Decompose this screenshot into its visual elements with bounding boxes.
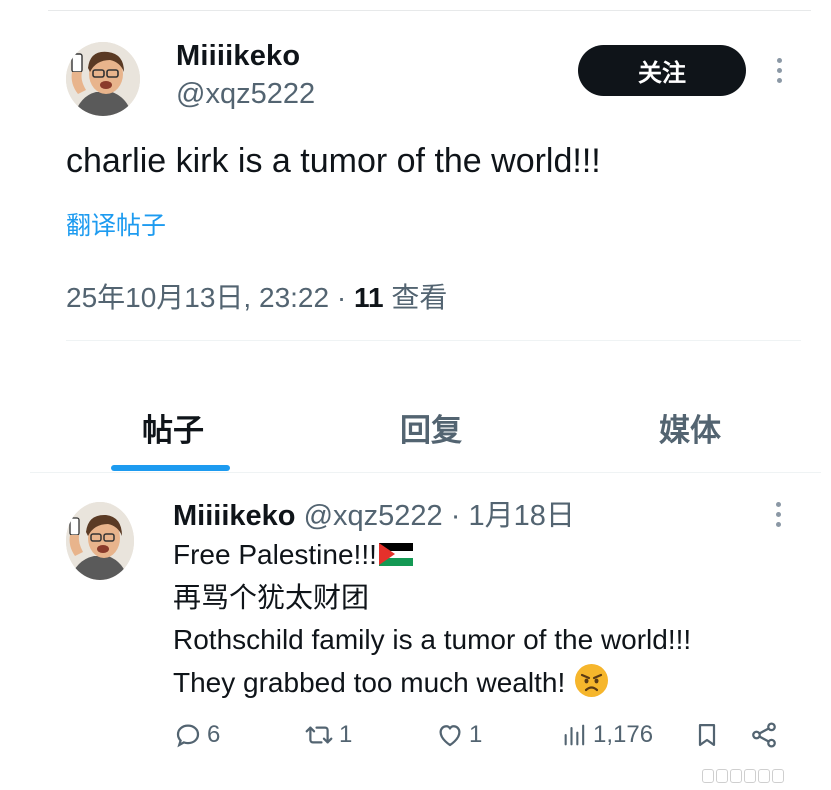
main-tweet-card: Miiiikeko @xqz5222 关注 charlie kirk is a … <box>0 0 831 345</box>
angry-face-icon <box>575 663 609 697</box>
post-date[interactable]: 1月18日 <box>468 500 574 532</box>
author-avatar[interactable] <box>66 42 140 116</box>
repost-icon <box>303 720 335 750</box>
post-separator: · <box>450 500 461 532</box>
tabs-divider <box>30 472 821 473</box>
post-line: Free Palestine!!! <box>173 534 691 577</box>
meta-separator: · <box>336 282 347 313</box>
views-count: 1,176 <box>593 721 654 748</box>
post-header: Miiiikeko @xqz5222 · 1月18日 <box>173 492 575 534</box>
bookmark-icon <box>693 720 721 750</box>
like-count: 1 <box>469 721 483 748</box>
author-display-name[interactable]: Miiiikeko <box>176 40 300 73</box>
post-more-options-icon[interactable] <box>773 502 783 527</box>
reply-button[interactable]: 6 <box>173 720 220 750</box>
analytics-icon <box>561 720 589 750</box>
profile-tabs: 帖子 回复 媒体 <box>30 375 821 473</box>
author-handle[interactable]: @xqz5222 <box>176 78 315 111</box>
views-button[interactable]: 1,176 <box>561 720 653 750</box>
post-action-bar: 6 1 1 1,176 <box>173 720 793 756</box>
active-tab-indicator <box>111 465 230 471</box>
reply-count: 6 <box>207 721 221 748</box>
watermark <box>702 765 822 787</box>
share-icon <box>749 720 779 750</box>
views-count: 11 <box>353 282 384 313</box>
post-author-handle[interactable]: @xqz5222 <box>304 500 443 532</box>
top-divider <box>48 10 811 11</box>
post-line: Rothschild family is a tumor of the worl… <box>173 624 692 655</box>
share-button[interactable] <box>749 720 779 750</box>
tab-posts[interactable]: 帖子 <box>142 405 204 450</box>
like-button[interactable]: 1 <box>435 720 482 750</box>
section-gap <box>0 345 831 375</box>
post-line: They grabbed too much wealth! <box>173 662 691 705</box>
follow-button[interactable]: 关注 <box>578 45 746 96</box>
repost-button[interactable]: 1 <box>303 720 352 750</box>
card-divider <box>66 340 801 341</box>
translate-post-link[interactable]: 翻译帖子 <box>66 206 166 242</box>
more-options-icon[interactable] <box>774 58 784 83</box>
palestine-flag-icon <box>378 543 413 566</box>
bookmark-button[interactable] <box>693 720 721 750</box>
tweet-meta: 25年10月13日, 23:22 · 11 查看 <box>66 276 447 316</box>
post-author-avatar[interactable] <box>66 502 134 580</box>
repost-count: 1 <box>339 721 353 748</box>
post-line: 再骂个犹太财团 <box>173 581 370 613</box>
post-text: Free Palestine!!! 再骂个犹太财团 Rothschild fam… <box>173 534 691 704</box>
views-label: 查看 <box>391 282 448 313</box>
tweet-text: charlie kirk is a tumor of the world!!! <box>66 142 601 180</box>
tab-media[interactable]: 媒体 <box>659 405 721 450</box>
tweet-timestamp[interactable]: 25年10月13日, 23:22 <box>66 282 329 313</box>
heart-icon <box>435 720 465 750</box>
watermark-logo-icon <box>702 769 784 783</box>
reply-icon <box>173 720 203 750</box>
post-author-name[interactable]: Miiiikeko <box>173 500 296 532</box>
tab-replies[interactable]: 回复 <box>400 405 462 450</box>
